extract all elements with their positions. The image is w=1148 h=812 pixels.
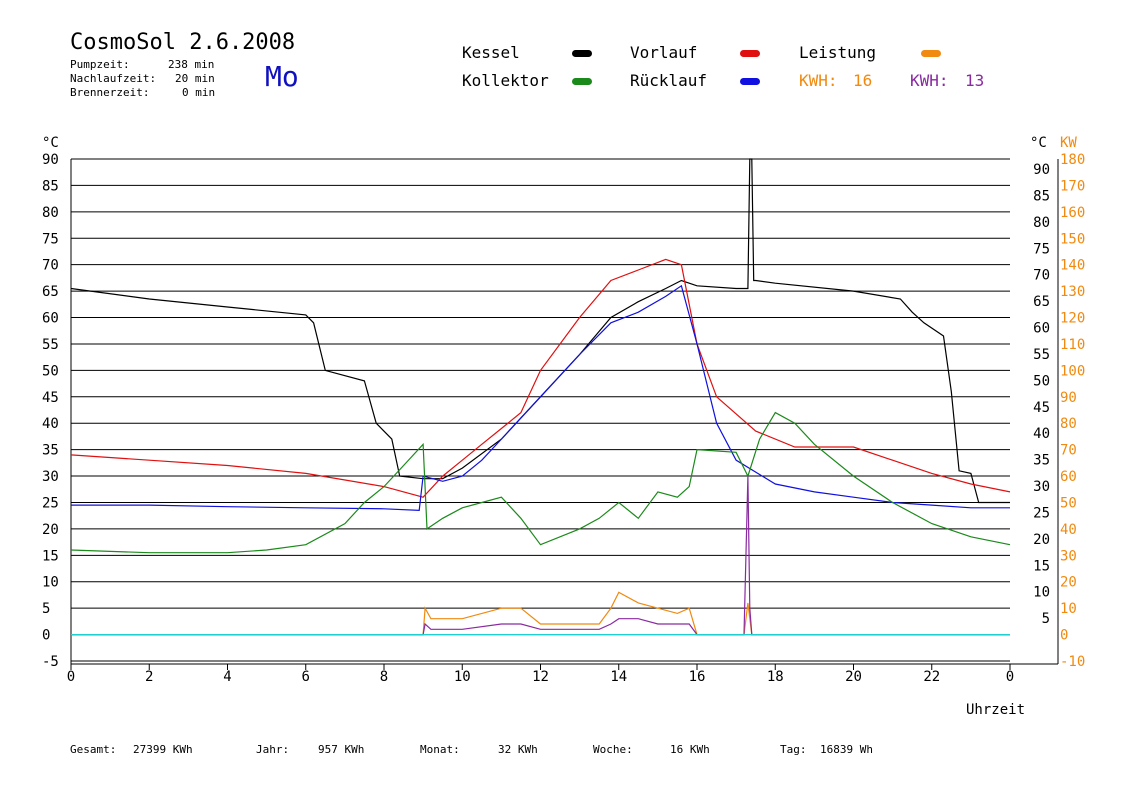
footer-jahr-label: Jahr: [256, 743, 290, 756]
y-right-temp-tick-label: 75 [1033, 241, 1050, 257]
y2-tick-label: 150 [1060, 231, 1085, 247]
y-right-temp-tick-label: 45 [1033, 400, 1050, 416]
y-right-temp-tick-label: 10 [1033, 585, 1050, 601]
x-tick-label: 18 [767, 669, 784, 685]
y-left-tick-label: 90 [42, 152, 59, 168]
y-right-temp-tick-label: 30 [1033, 479, 1050, 495]
y-right-temp-tick-label: 80 [1033, 215, 1050, 231]
y-right-temp-tick-label: 40 [1033, 426, 1050, 442]
x-tick-label: 0 [67, 669, 75, 685]
x-tick-label: 16 [689, 669, 706, 685]
y2-tick-label: -10 [1060, 654, 1085, 670]
y-right-temp-tick-label: 55 [1033, 347, 1050, 363]
series-line-leistung [71, 591, 1010, 636]
x-tick-label: 12 [532, 669, 549, 685]
y-left-tick-label: 80 [42, 205, 59, 221]
y-right-unit-power: KW [1060, 135, 1077, 151]
y2-tick-label: 50 [1060, 495, 1077, 511]
footer-gesamt-value: 27399 KWh [133, 743, 193, 756]
series-line-vorlauf [70, 258, 1011, 498]
y2-tick-label: 70 [1060, 443, 1077, 459]
x-tick-label: 20 [845, 669, 862, 685]
y2-tick-label: 110 [1060, 337, 1085, 353]
y-left-tick-label: 60 [42, 311, 59, 327]
x-tick-label: 2 [145, 669, 153, 685]
y2-tick-label: 170 [1060, 178, 1085, 194]
y-right-temp-tick-label: 85 [1033, 188, 1050, 204]
footer-jahr-value: 957 KWh [318, 743, 365, 756]
series-line-kollektor [70, 411, 1011, 554]
y-right-temp-tick-label: 70 [1033, 268, 1050, 284]
chart-grid [71, 158, 1010, 662]
y2-tick-label: 140 [1060, 258, 1085, 274]
y-left-tick-label: 0 [42, 628, 50, 644]
y2-tick-label: 60 [1060, 469, 1077, 485]
y-left-tick-label: 65 [42, 284, 59, 300]
footer-tag-label: Tag: [780, 743, 807, 756]
y-right-temp-tick-label: 50 [1033, 373, 1050, 389]
chart-axes: -505101520253035404550556065707580859051… [42, 152, 1085, 685]
y2-tick-label: 160 [1060, 205, 1085, 221]
x-tick-label: 10 [454, 669, 471, 685]
footer-tag-value: 16839 Wh [820, 743, 873, 756]
y2-tick-label: 40 [1060, 522, 1077, 538]
x-tick-label: 4 [223, 669, 231, 685]
y-left-tick-label: 75 [42, 231, 59, 247]
y2-tick-label: 100 [1060, 363, 1085, 379]
y-right-unit-temp: °C [1030, 135, 1047, 151]
y-right-temp-tick-label: 20 [1033, 532, 1050, 548]
y-left-tick-label: 30 [42, 469, 59, 485]
footer-woche-label: Woche: [593, 743, 633, 756]
temperature-chart: -505101520253035404550556065707580859051… [42, 135, 1085, 685]
x-tick-label: 8 [380, 669, 388, 685]
y-right-temp-tick-label: 90 [1033, 162, 1050, 178]
y-left-tick-label: 10 [42, 575, 59, 591]
y2-tick-label: 0 [1060, 628, 1068, 644]
y2-tick-label: 30 [1060, 548, 1077, 564]
y-left-tick-label: 15 [42, 548, 59, 564]
y-left-tick-label: 50 [42, 363, 59, 379]
x-axis-label: Uhrzeit [966, 702, 1026, 718]
y2-tick-label: 120 [1060, 311, 1085, 327]
y-right-temp-tick-label: 35 [1033, 453, 1050, 469]
series-line-kessel [70, 158, 1010, 504]
y-left-tick-label: 25 [42, 495, 59, 511]
y-right-temp-tick-label: 5 [1042, 611, 1050, 627]
y-right-temp-tick-label: 65 [1033, 294, 1050, 310]
y-left-tick-label: 5 [42, 601, 50, 617]
y-right-temp-tick-label: 15 [1033, 558, 1050, 574]
footer-woche-value: 16 KWh [670, 743, 710, 756]
y-left-tick-label: 20 [42, 522, 59, 538]
y-left-tick-label: 55 [42, 337, 59, 353]
series-line-rcklauf [71, 284, 1010, 512]
x-tick-label: 22 [923, 669, 940, 685]
y2-tick-label: 180 [1060, 152, 1085, 168]
y2-tick-label: 10 [1060, 601, 1077, 617]
y-left-tick-label: 70 [42, 258, 59, 274]
y-left-tick-label: 40 [42, 416, 59, 432]
y2-tick-label: 90 [1060, 390, 1077, 406]
x-tick-label: 6 [302, 669, 310, 685]
y-left-tick-label: 85 [42, 178, 59, 194]
y-left-tick-label: 35 [42, 443, 59, 459]
y-left-tick-label: 45 [42, 390, 59, 406]
y-right-temp-tick-label: 60 [1033, 321, 1050, 337]
x-tick-label: 0 [1006, 669, 1014, 685]
y-right-temp-tick-label: 25 [1033, 505, 1050, 521]
y2-tick-label: 80 [1060, 416, 1077, 432]
x-tick-label: 14 [610, 669, 627, 685]
y2-tick-label: 130 [1060, 284, 1085, 300]
y-left-unit: °C [42, 135, 59, 151]
footer-monat-label: Monat: [420, 743, 460, 756]
y2-tick-label: 20 [1060, 575, 1077, 591]
footer-monat-value: 32 KWh [498, 743, 538, 756]
y-left-tick-label: -5 [42, 654, 59, 670]
footer-gesamt-label: Gesamt: [70, 743, 117, 756]
